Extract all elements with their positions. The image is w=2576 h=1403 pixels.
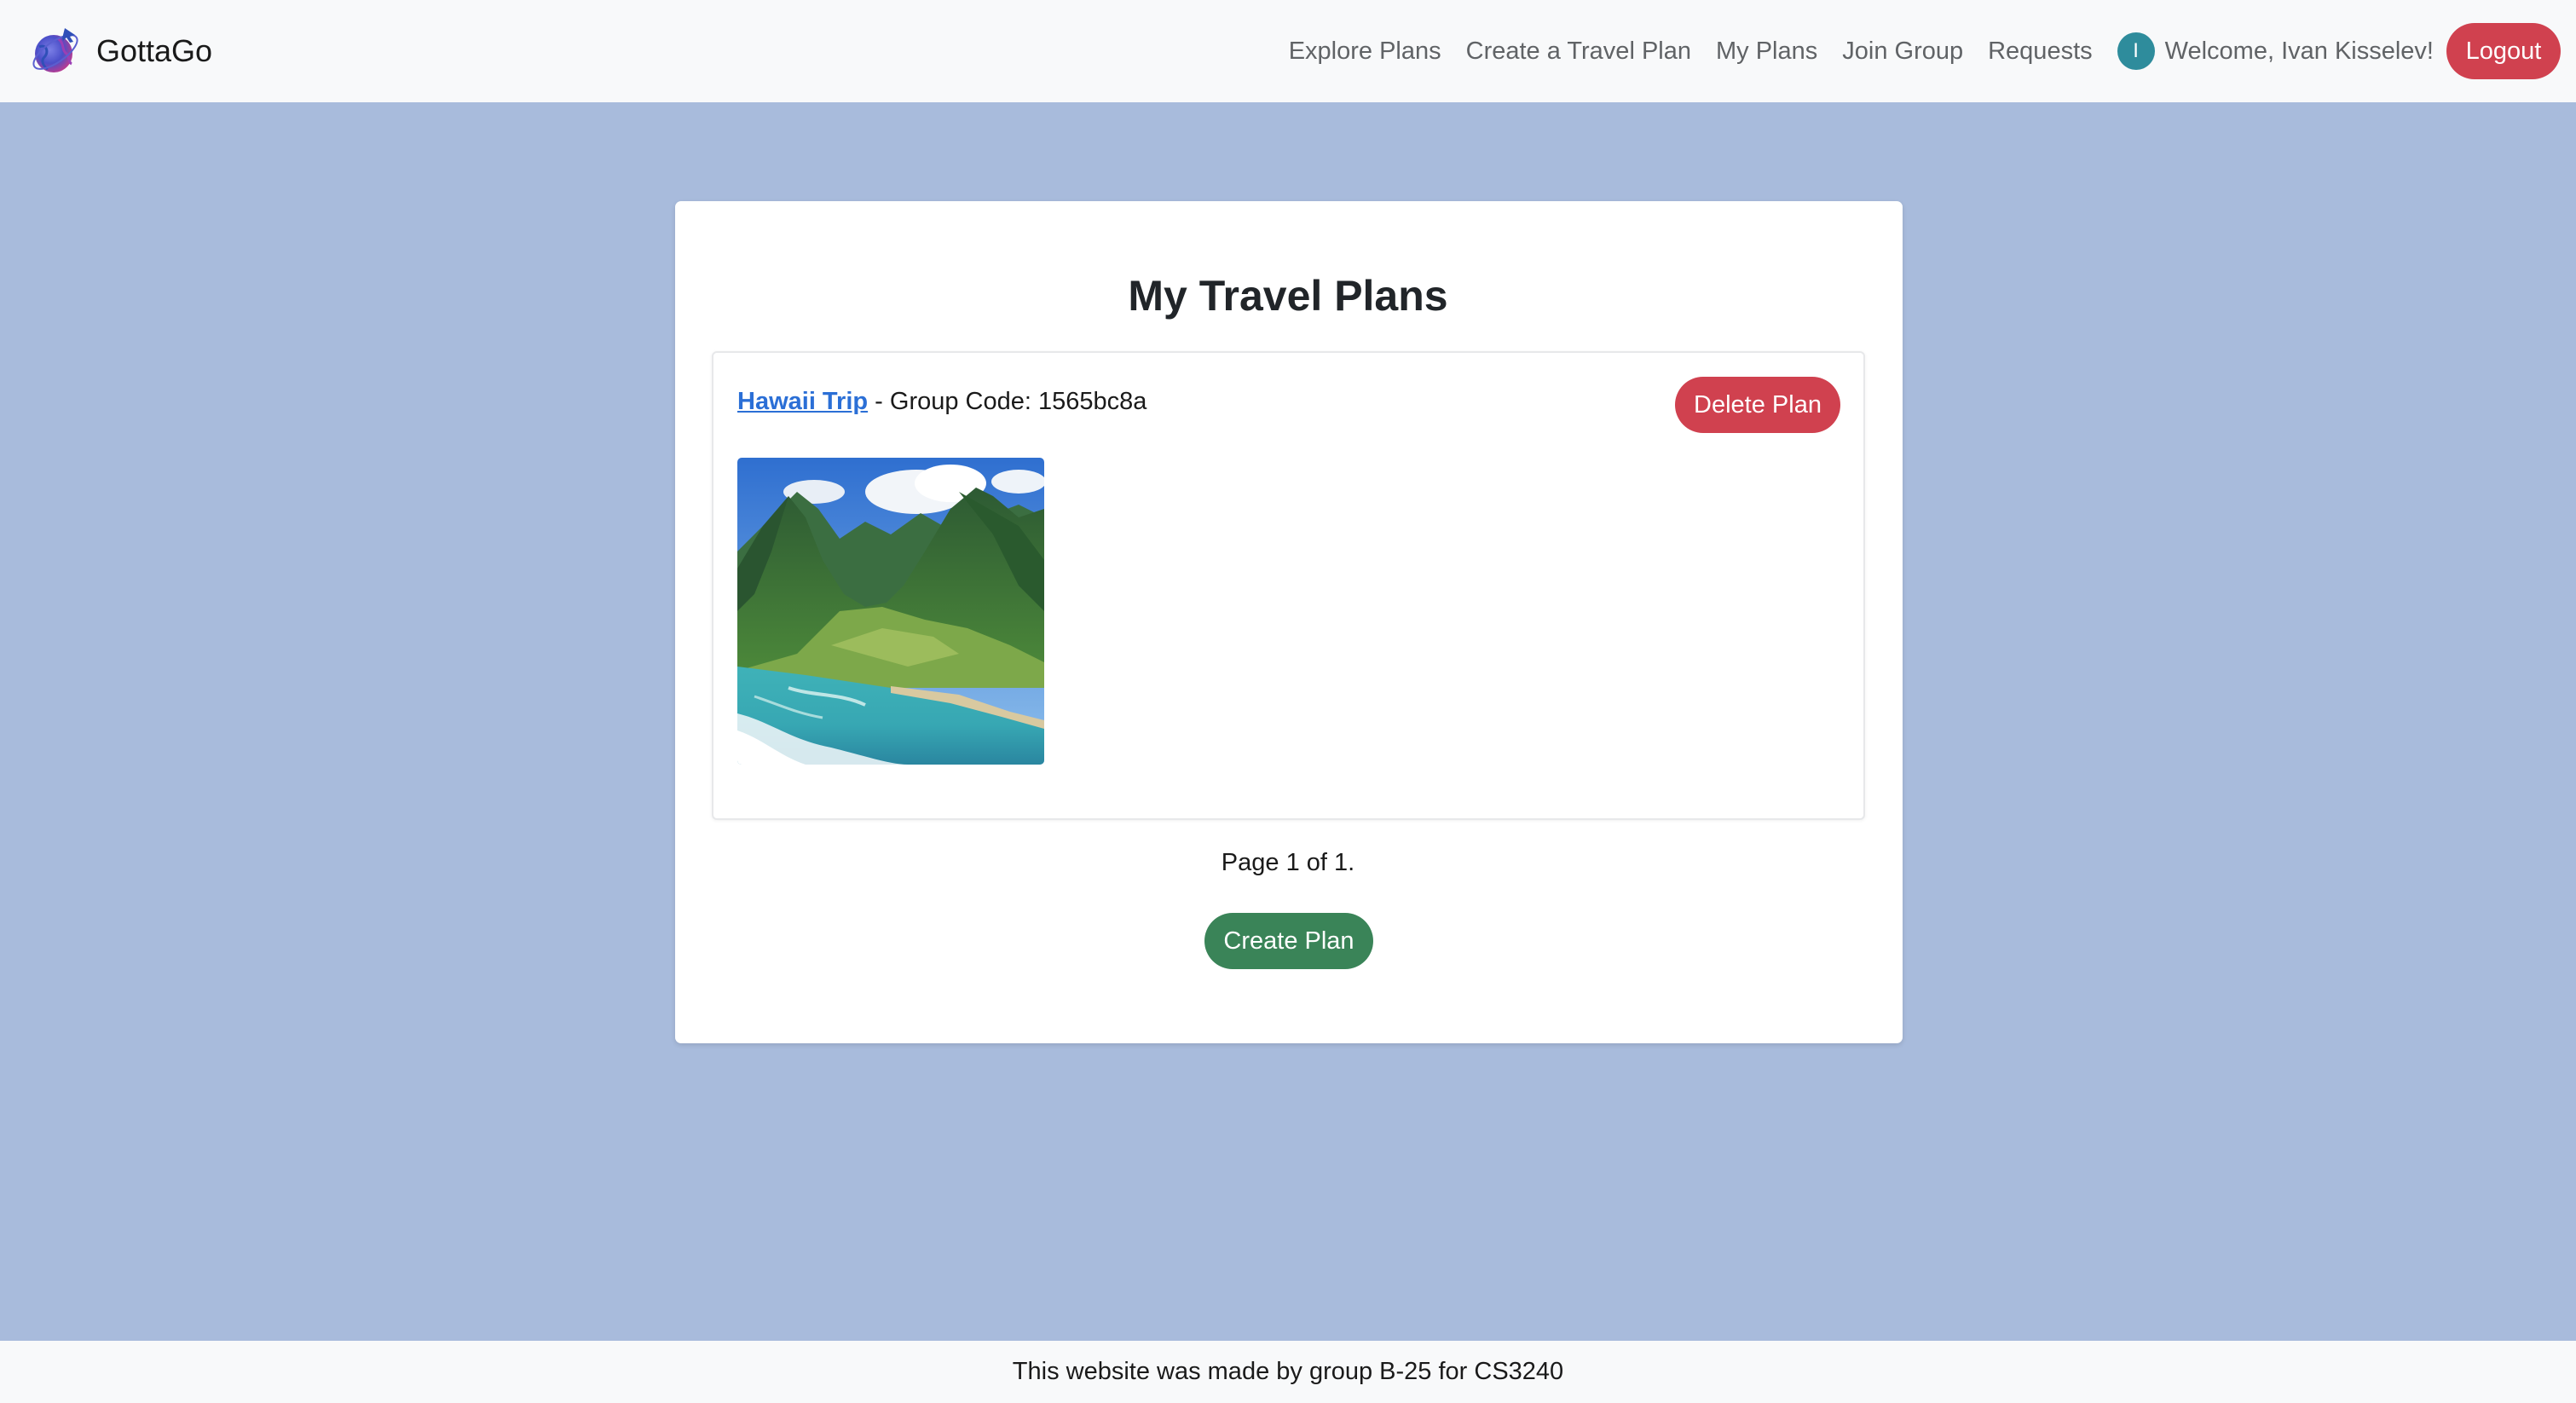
pagination-text: Page 1 of 1. <box>1221 849 1355 876</box>
nav-link-requests[interactable]: Requests <box>1988 38 2093 66</box>
plan-image[interactable] <box>737 458 1044 765</box>
nav-link-explore-plans[interactable]: Explore Plans <box>1289 38 1441 66</box>
page-title: My Travel Plans <box>1128 272 1448 320</box>
plan-name-link[interactable]: Hawaii Trip <box>737 388 868 415</box>
globe-logo-icon <box>32 28 78 72</box>
footer-text: This website was made by group B-25 for … <box>1012 1358 1564 1385</box>
footer: This website was made by group B-25 for … <box>0 1341 2576 1403</box>
welcome-text: Welcome, Ivan Kisselev! <box>2164 37 2434 65</box>
plan-header: Hawaii Trip - Group Code: 1565bc8a <box>737 388 1146 416</box>
nav-link-create-travel-plan[interactable]: Create a Travel Plan <box>1466 38 1691 66</box>
nav-right: Explore Plans Create a Travel Plan My Pl… <box>1289 0 2561 102</box>
create-plan-button[interactable]: Create Plan <box>1204 913 1373 969</box>
nav-link-my-plans[interactable]: My Plans <box>1716 38 1817 66</box>
brand-name: GottaGo <box>96 33 213 68</box>
group-code-text: - Group Code: 1565bc8a <box>868 388 1147 415</box>
logout-button[interactable]: Logout <box>2446 23 2561 79</box>
delete-plan-button[interactable]: Delete Plan <box>1675 377 1840 433</box>
navbar: GottaGo Explore Plans Create a Travel Pl… <box>0 0 2576 102</box>
nav-link-join-group[interactable]: Join Group <box>1842 38 1963 66</box>
brand-link[interactable]: GottaGo <box>27 23 212 79</box>
avatar: I <box>2117 32 2155 70</box>
